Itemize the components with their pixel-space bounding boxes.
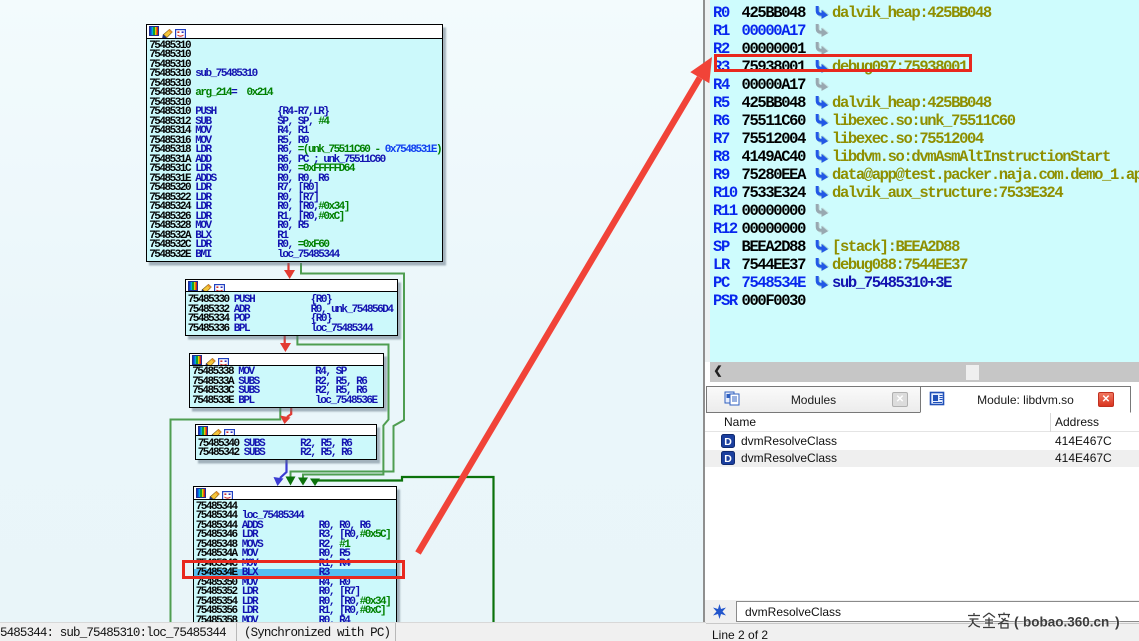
svg-text:bobao.360.cn: bobao.360.cn	[1023, 615, 1109, 630]
svg-text:(: (	[1014, 614, 1019, 630]
svg-text:D: D	[724, 453, 732, 465]
svg-text:): )	[1115, 614, 1120, 630]
svg-text:D: D	[724, 436, 732, 448]
